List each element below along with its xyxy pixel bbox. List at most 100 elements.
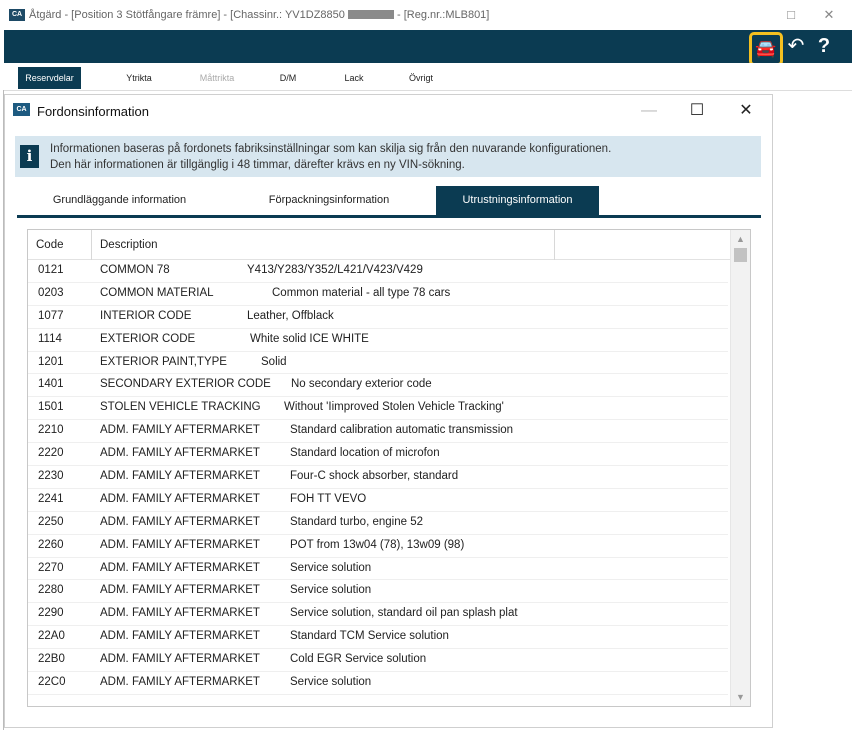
table-row[interactable]: 1501 STOLEN VEHICLE TRACKING Without 'Iimp… <box>28 397 728 421</box>
table-row[interactable]: 1077 INTERIOR CODE Leather, Offblack <box>28 306 728 329</box>
column-header-code[interactable]: Code <box>28 230 91 260</box>
tab-mattrikta: Måttrikta <box>199 73 235 83</box>
window-title-suffix: - [Reg.nr.:MLB801] <box>397 9 490 21</box>
table-row[interactable]: 22A0 ADM. FAMILY AFTERMARKET Standard TCM … <box>28 626 728 650</box>
redacted-chassis-segment <box>347 10 394 19</box>
cell-code: 1114 <box>38 332 62 345</box>
tab-dm[interactable]: D/M <box>266 67 310 89</box>
cell-description: STOLEN VEHICLE TRACKING <box>100 401 261 414</box>
cell-description: ADM. FAMILY AFTERMARKET <box>100 492 260 505</box>
dialog-maximize-button[interactable]: ☐ <box>683 100 711 122</box>
table-row[interactable]: 0203 COMMON MATERIAL Common material - all… <box>28 283 728 306</box>
cell-value: Common material - all type 78 cars <box>272 286 451 299</box>
cell-code: 2260 <box>38 538 64 551</box>
table-row[interactable]: 2290 ADM. FAMILY AFTERMARKET Service solut… <box>28 603 728 627</box>
cell-code: 2250 <box>38 515 64 528</box>
app-tab-strip: Reservdelar Ytrikta Måttrikta D/M Lack Ö… <box>4 63 852 91</box>
table-row[interactable]: 2260 ADM. FAMILY AFTERMARKET POT from 13w0… <box>28 535 728 558</box>
table-body: 0121 COMMON 78 Y413/Y283/Y352/L421/V423/V4… <box>28 260 728 695</box>
tab-equipment-info[interactable]: Utrustningsinformation <box>436 186 599 215</box>
cell-value: Y413/Y283/Y352/L421/V423/V429 <box>247 264 423 276</box>
app-header: 🚘 ↶ ? <box>4 30 852 66</box>
window-titlebar: CA Åtgärd - [Position 3 Stötfångare främ… <box>0 0 852 30</box>
table-row[interactable]: 1114 EXTERIOR CODE White solid ICE WHITE <box>28 329 728 352</box>
cell-code: 1201 <box>38 355 64 368</box>
table-row[interactable]: 0121 COMMON 78 Y413/Y283/Y352/L421/V423/V4… <box>28 260 728 283</box>
cell-value: Solid <box>261 355 287 368</box>
cell-description: ADM. FAMILY AFTERMARKET <box>100 470 260 483</box>
cell-description: ADM. FAMILY AFTERMARKET <box>100 561 260 574</box>
cell-description: ADM. FAMILY AFTERMARKET <box>100 447 260 460</box>
cell-code: 22B0 <box>38 653 65 666</box>
window-title: Åtgärd - [Position 3 Stötfångare främre]… <box>29 9 489 21</box>
cell-value: No secondary exterior code <box>291 378 432 391</box>
cell-description: COMMON 78 <box>100 264 170 276</box>
table-row[interactable]: 22C0 ADM. FAMILY AFTERMARKET Service solut… <box>28 672 728 695</box>
info-banner: i Informationen baseras på fordonets fab… <box>15 136 761 177</box>
cell-value: Four-C shock absorber, standard <box>290 470 459 483</box>
column-header-description[interactable]: Description <box>92 230 554 260</box>
info-icon: i <box>20 145 39 168</box>
cell-description: ADM. FAMILY AFTERMARKET <box>100 653 260 666</box>
help-icon[interactable]: ? <box>812 33 836 59</box>
cell-code: 2220 <box>38 447 64 460</box>
window-maximize-button[interactable]: □ <box>779 6 803 24</box>
window-close-button[interactable]: ✕ <box>817 6 841 24</box>
tab-lack[interactable]: Lack <box>332 67 376 89</box>
vertical-scrollbar[interactable]: ▲ ▼ <box>730 230 750 706</box>
cell-description: ADM. FAMILY AFTERMARKET <box>100 607 260 620</box>
table-row[interactable]: 2220 ADM. FAMILY AFTERMARKET Standard loca… <box>28 443 728 467</box>
cell-code: 2270 <box>38 561 64 574</box>
cell-description: EXTERIOR CODE <box>100 332 196 345</box>
car-info-icon: 🚘 <box>755 39 777 58</box>
vehicle-info-button[interactable]: 🚘 <box>749 32 783 66</box>
table-row[interactable]: 1401 SECONDARY EXTERIOR CODE No secondary … <box>28 374 728 398</box>
cell-code: 2210 <box>38 424 64 437</box>
table-row[interactable]: 2250 ADM. FAMILY AFTERMARKET Standard turb… <box>28 512 728 535</box>
cell-code: 1401 <box>38 378 64 391</box>
cell-description: INTERIOR CODE <box>100 309 192 322</box>
dialog-tab-strip: Grundläggande information Förpackningsin… <box>17 186 761 218</box>
cell-value: FOH TT VEVO <box>290 492 367 505</box>
table-row[interactable]: 1201 EXTERIOR PAINT,TYPE Solid <box>28 352 728 375</box>
cell-description: ADM. FAMILY AFTERMARKET <box>100 630 260 643</box>
scroll-down-icon[interactable]: ▼ <box>731 689 750 705</box>
vehicle-info-dialog: CA Fordonsinformation — ☐ ✕ i Informatio… <box>4 94 773 728</box>
tab-ytrikta[interactable]: Ytrikta <box>104 67 174 89</box>
table-row[interactable]: 2230 ADM. FAMILY AFTERMARKET Four-C shock … <box>28 466 728 489</box>
cell-value: Standard location of microfon <box>290 447 440 460</box>
table-row[interactable]: 2210 ADM. FAMILY AFTERMARKET Standard cali… <box>28 420 728 444</box>
scroll-up-icon[interactable]: ▲ <box>731 231 750 247</box>
info-line-1: Informationen baseras på fordonets fabri… <box>50 143 612 155</box>
table-row[interactable]: 2270 ADM. FAMILY AFTERMARKET Service solut… <box>28 558 728 581</box>
cell-value: Cold EGR Service solution <box>290 653 427 666</box>
tab-basic-info[interactable]: Grundläggande information <box>17 186 222 215</box>
cell-value: Standard turbo, engine 52 <box>290 515 423 528</box>
column-header-empty <box>555 230 731 260</box>
tab-ovrigt[interactable]: Övrigt <box>397 67 445 89</box>
cell-code: 22A0 <box>38 630 65 643</box>
info-text: Informationen baseras på fordonets fabri… <box>50 141 611 173</box>
cell-value: Leather, Offblack <box>247 309 334 322</box>
cell-value: Service solution <box>290 561 372 574</box>
table-row[interactable]: 2241 ADM. FAMILY AFTERMARKET FOH TT VEVO <box>28 489 728 512</box>
dialog-close-button[interactable]: ✕ <box>732 100 760 122</box>
cell-description: EXTERIOR PAINT,TYPE <box>100 355 227 368</box>
cell-value: POT from 13w04 (78), 13w09 (98) <box>290 538 465 551</box>
cell-value: Without 'Iimproved Stolen Vehicle Tracki… <box>284 401 504 414</box>
cell-code: 1501 <box>38 401 64 414</box>
table-row[interactable]: 2280 ADM. FAMILY AFTERMARKET Service solut… <box>28 580 728 604</box>
table-row[interactable]: 22B0 ADM. FAMILY AFTERMARKET Cold EGR Serv… <box>28 649 728 673</box>
cell-value: White solid ICE WHITE <box>250 332 369 345</box>
cell-code: 2290 <box>38 607 64 620</box>
cell-code: 0203 <box>38 286 64 299</box>
undo-icon[interactable]: ↶ <box>784 33 808 59</box>
tab-reservdelar[interactable]: Reservdelar <box>18 67 81 89</box>
cell-value: Standard TCM Service solution <box>290 630 449 643</box>
cell-code: 2230 <box>38 470 64 483</box>
app-logo-icon: CA <box>9 9 25 21</box>
scroll-thumb[interactable] <box>734 248 747 262</box>
cell-description: ADM. FAMILY AFTERMARKET <box>100 515 260 528</box>
dialog-minimize-button: — <box>641 102 657 119</box>
tab-packaging-info[interactable]: Förpackningsinformation <box>229 186 429 215</box>
